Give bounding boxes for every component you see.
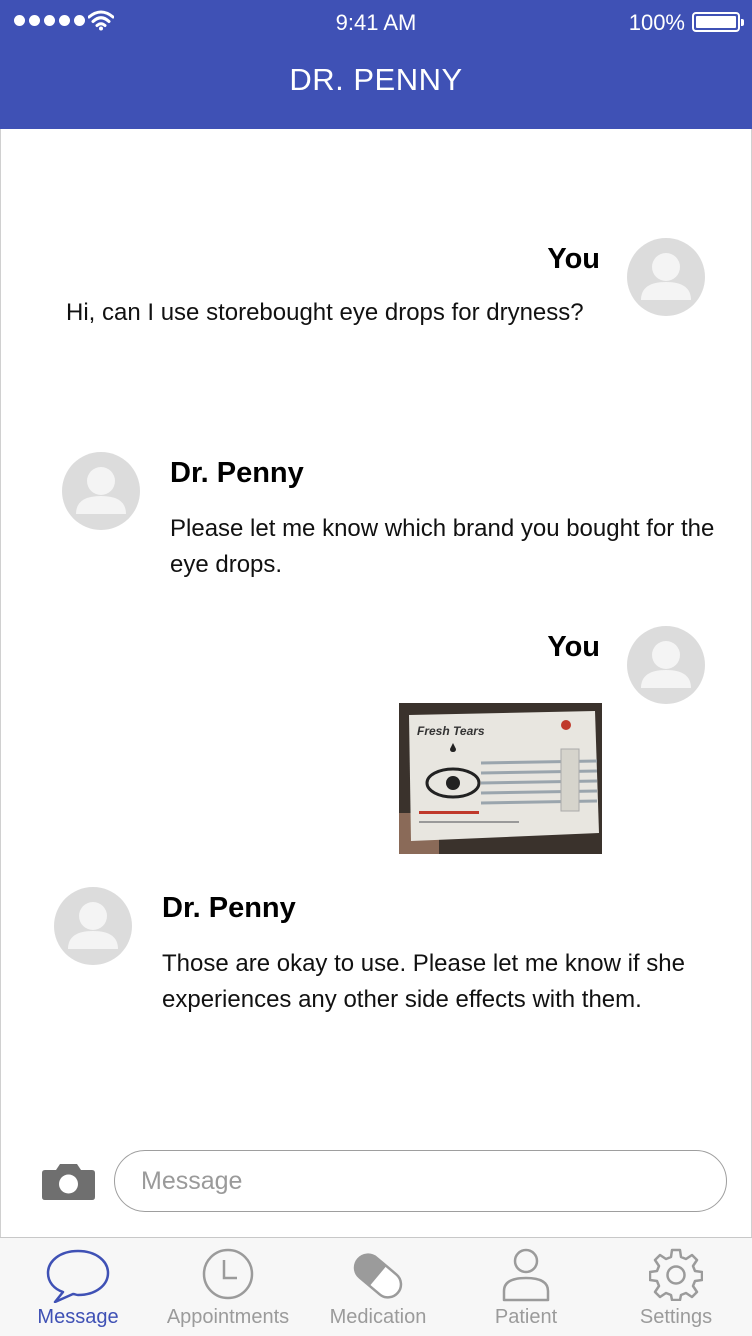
message-text: Those are okay to use. Please let me kno… bbox=[162, 950, 685, 1013]
pill-icon bbox=[353, 1253, 403, 1299]
tab-bar: Message Appointments Medication Patient bbox=[0, 1237, 752, 1336]
battery-icon bbox=[692, 12, 744, 32]
camera-icon bbox=[42, 1164, 95, 1200]
message-sender: Dr. Penny bbox=[170, 457, 304, 489]
message-text: Hi, can I use storebought eye drops for … bbox=[66, 299, 584, 326]
clock-icon bbox=[202, 1248, 254, 1300]
camera-button[interactable] bbox=[41, 1161, 96, 1201]
tab-label: Patient bbox=[494, 1306, 558, 1328]
doctor-avatar bbox=[62, 452, 140, 530]
tab-patient[interactable]: Patient bbox=[451, 1238, 601, 1336]
tab-label: Settings bbox=[639, 1306, 713, 1328]
message-sender: You bbox=[547, 243, 600, 275]
message-input[interactable] bbox=[114, 1150, 727, 1212]
person-icon bbox=[641, 253, 691, 300]
person-icon bbox=[502, 1248, 550, 1302]
tab-appointments[interactable]: Appointments bbox=[153, 1238, 303, 1336]
page-title: DR. PENNY bbox=[289, 62, 463, 97]
battery-percentage: 100% bbox=[628, 10, 685, 35]
person-icon bbox=[68, 902, 118, 949]
app-header: 9:41 AM 100% DR. PENNY bbox=[0, 0, 752, 129]
message-sender: Dr. Penny bbox=[162, 892, 296, 924]
user-avatar bbox=[627, 626, 705, 704]
attached-photo[interactable]: Fresh Tears bbox=[399, 703, 602, 854]
user-avatar bbox=[627, 238, 705, 316]
person-icon bbox=[641, 641, 691, 688]
message-sender: You bbox=[547, 631, 600, 663]
tab-message[interactable]: Message bbox=[3, 1238, 153, 1336]
status-bar: 9:41 AM 100% bbox=[0, 0, 752, 44]
person-icon bbox=[76, 467, 126, 514]
tab-label: Message bbox=[37, 1306, 119, 1328]
chat-bubble-icon bbox=[46, 1249, 110, 1303]
tab-label: Medication bbox=[329, 1306, 427, 1328]
tab-label: Appointments bbox=[166, 1306, 290, 1328]
gear-icon bbox=[649, 1248, 703, 1301]
eye-drops-box-image: Fresh Tears bbox=[399, 703, 602, 854]
doctor-avatar bbox=[54, 887, 132, 965]
tab-settings[interactable]: Settings bbox=[601, 1238, 751, 1336]
message-text: Please let me know which brand you bough… bbox=[170, 515, 715, 578]
tab-medication[interactable]: Medication bbox=[303, 1238, 453, 1336]
box-brand-text: Fresh Tears bbox=[417, 724, 485, 738]
